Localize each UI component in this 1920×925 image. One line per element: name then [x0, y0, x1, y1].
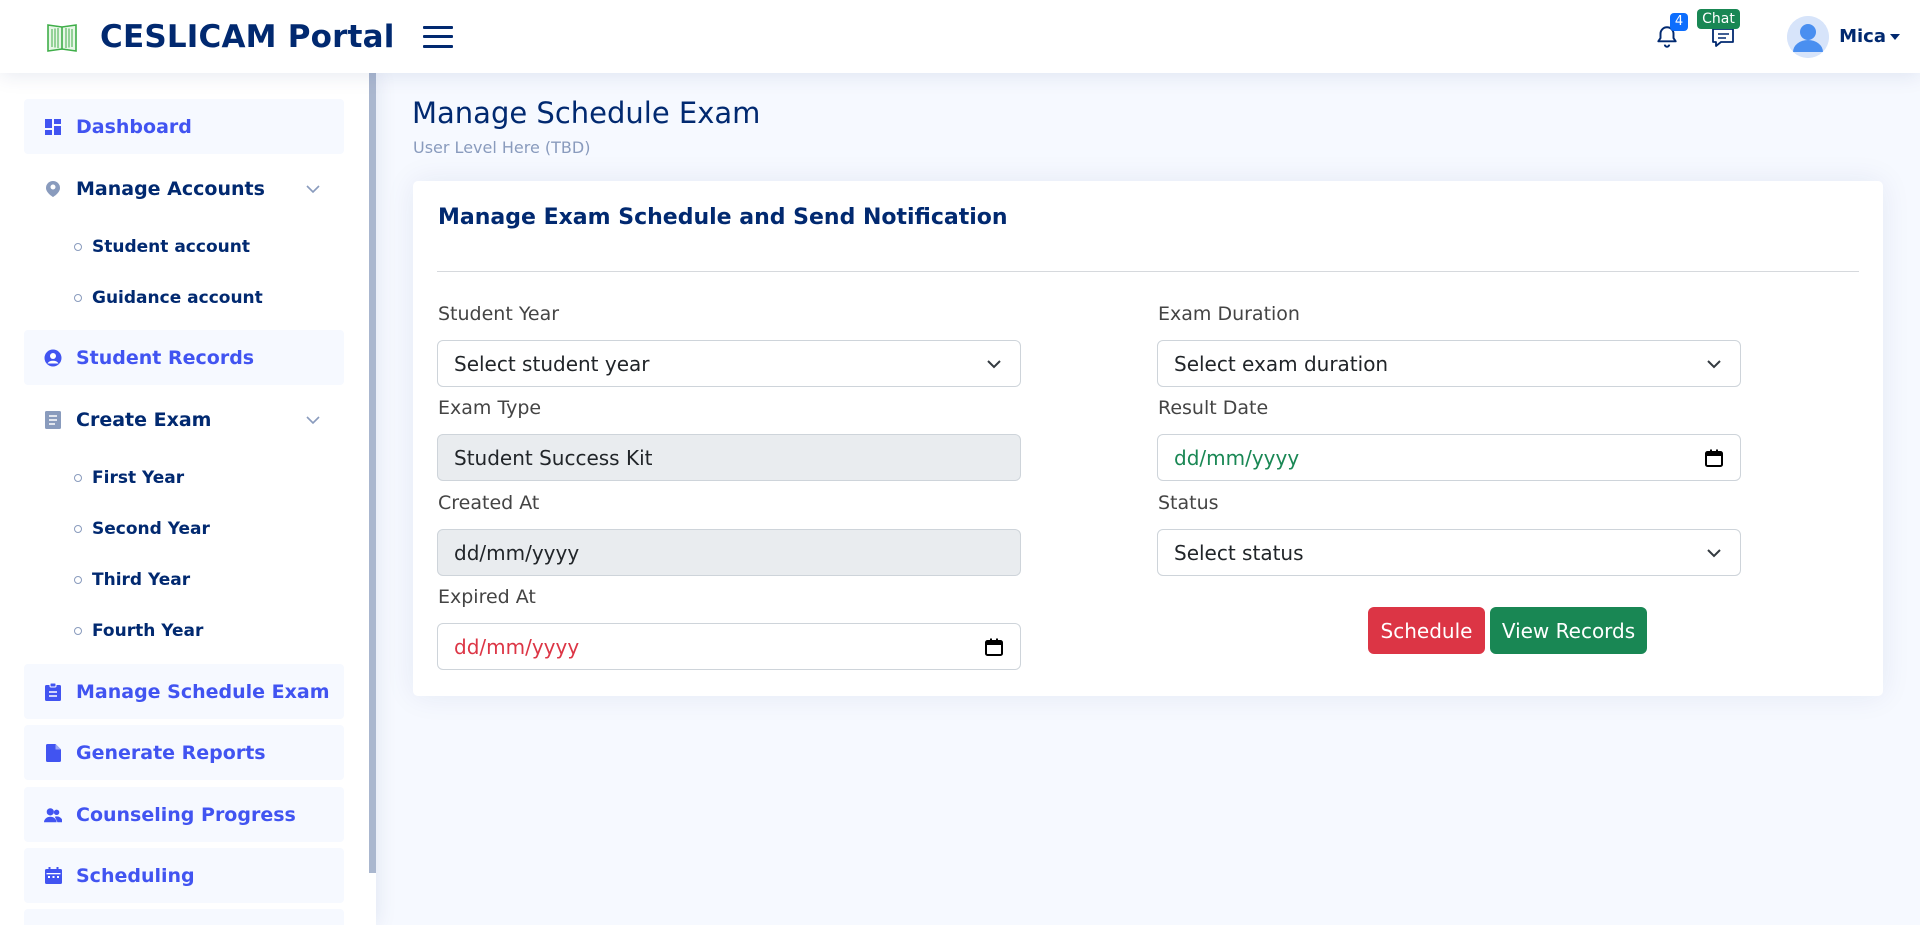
calendar-icon[interactable]: [984, 637, 1004, 657]
sidebar-item-label: Counseling Progress: [76, 803, 296, 826]
sidebar-item-counseling-progress[interactable]: Counseling Progress: [24, 787, 344, 842]
caret-down-icon: [1890, 33, 1900, 40]
circle-icon: [74, 243, 82, 251]
sidebar-subitem-guidance-account[interactable]: Guidance account: [74, 284, 263, 312]
sidebar-subitem-label: Student account: [92, 237, 250, 257]
exam-type-label: Exam Type: [438, 397, 542, 419]
expired-at-date-input[interactable]: dd/mm/yyyy: [437, 623, 1021, 670]
document-icon: [44, 410, 62, 429]
circle-icon: [74, 294, 82, 302]
menu-line: [422, 44, 453, 48]
input-value: dd/mm/yyyy: [454, 540, 580, 565]
exam-duration-select[interactable]: Select exam duration: [1157, 340, 1741, 387]
sidebar-item-label: Generate Reports: [76, 741, 266, 764]
exam-type-input[interactable]: Student Success Kit: [437, 434, 1021, 481]
calendar-icon: [44, 867, 62, 885]
chat-badge: Chat: [1697, 8, 1740, 29]
notification-count-badge: 4: [1669, 12, 1689, 31]
created-at-input[interactable]: dd/mm/yyyy: [437, 529, 1021, 576]
sidebar-subitem-first-year[interactable]: First Year: [74, 464, 184, 492]
sidebar-item-student-records[interactable]: Student Records: [24, 330, 344, 385]
created-at-label: Created At: [438, 492, 540, 514]
brand-title: CESLICAM Portal: [100, 18, 395, 55]
sidebar-item-label: Scheduling: [76, 864, 195, 887]
sidebar-subitem-label: First Year: [92, 468, 185, 488]
input-value: dd/mm/yyyy: [454, 634, 580, 659]
sidebar-item-label: Manage Accounts: [76, 177, 265, 200]
sidebar-subitem-fourth-year[interactable]: Fourth Year: [74, 617, 203, 645]
select-value: Select status: [1174, 540, 1304, 565]
sidebar-subitem-second-year[interactable]: Second Year: [74, 515, 210, 543]
chevron-down-icon: [987, 360, 1001, 369]
sidebar-item-generate-reports[interactable]: Generate Reports: [24, 725, 344, 780]
chevron-down-icon: [306, 415, 320, 424]
input-value: dd/mm/yyyy: [1174, 445, 1300, 470]
user-name: Mica: [1839, 26, 1886, 47]
schedule-button[interactable]: Schedule: [1368, 607, 1485, 654]
sidebar-subitem-label: Second Year: [92, 519, 210, 539]
person-pin-icon: [44, 180, 62, 198]
sidebar-item-create-exam[interactable]: Create Exam: [24, 392, 344, 447]
schedule-exam-card: Manage Exam Schedule and Send Notificati…: [413, 181, 1883, 696]
menu-line: [422, 35, 453, 38]
sidebar-item-manage-schedule-exam[interactable]: Manage Schedule Exam: [24, 664, 344, 719]
sidebar-subitem-student-account[interactable]: Student account: [74, 233, 250, 261]
chat-button[interactable]: Chat: [1697, 8, 1743, 55]
chevron-down-icon: [1707, 360, 1721, 369]
sidebar-subitem-third-year[interactable]: Third Year: [74, 566, 190, 594]
exam-duration-label: Exam Duration: [1158, 303, 1300, 325]
page-title: Manage Schedule Exam: [412, 96, 761, 130]
sidebar-item-label: Dashboard: [76, 115, 192, 138]
logo[interactable]: CESLICAM Portal: [44, 19, 395, 55]
sidebar-item-scheduling[interactable]: Scheduling: [24, 848, 344, 903]
clipboard-icon: [44, 682, 62, 701]
person-circle-icon: [44, 349, 62, 367]
circle-icon: [74, 474, 82, 482]
view-records-button[interactable]: View Records: [1490, 607, 1647, 654]
calendar-icon[interactable]: [1704, 448, 1724, 468]
sidebar-scrollbar[interactable]: [369, 73, 376, 873]
circle-icon: [74, 627, 82, 635]
student-year-label: Student Year: [438, 303, 560, 325]
chevron-down-icon: [1707, 549, 1721, 558]
page-subtitle: User Level Here (TBD): [413, 138, 591, 157]
status-label: Status: [1158, 492, 1219, 514]
sidebar: Dashboard Manage Accounts Student accoun…: [0, 73, 376, 925]
file-icon: [44, 743, 62, 762]
book-logo-icon: [47, 23, 77, 52]
top-header: CESLICAM Portal 4 Chat Mica: [0, 0, 1920, 73]
profile-dropdown[interactable]: Mica: [1787, 15, 1900, 58]
sidebar-item-label: Student Records: [76, 346, 255, 369]
select-value: Select exam duration: [1174, 351, 1389, 376]
circle-icon: [74, 525, 82, 533]
notifications-button[interactable]: 4: [1649, 12, 1689, 55]
sidebar-subitem-label: Guidance account: [92, 288, 263, 308]
result-date-input[interactable]: dd/mm/yyyy: [1157, 434, 1741, 481]
avatar: [1787, 15, 1830, 58]
people-icon: [44, 806, 62, 824]
sidebar-item-next[interactable]: [24, 909, 344, 925]
user-avatar-icon: [1787, 15, 1830, 58]
chevron-down-icon: [306, 184, 320, 193]
sidebar-item-manage-accounts[interactable]: Manage Accounts: [24, 161, 344, 216]
divider: [437, 271, 1859, 272]
sidebar-item-dashboard[interactable]: Dashboard: [24, 99, 344, 154]
expired-at-label: Expired At: [438, 586, 536, 608]
circle-icon: [74, 576, 82, 584]
sidebar-subitem-label: Third Year: [92, 570, 191, 590]
sidebar-toggle-button[interactable]: [422, 24, 453, 50]
sidebar-item-label: Create Exam: [76, 408, 212, 431]
grid-icon: [44, 118, 62, 136]
sidebar-subitem-label: Fourth Year: [92, 621, 204, 641]
sidebar-item-label: Manage Schedule Exam: [76, 680, 330, 703]
student-year-select[interactable]: Select student year: [437, 340, 1021, 387]
menu-line: [422, 25, 453, 29]
result-date-label: Result Date: [1158, 397, 1269, 419]
card-title: Manage Exam Schedule and Send Notificati…: [438, 205, 1008, 230]
input-value: Student Success Kit: [454, 445, 653, 470]
header-actions: 4 Chat Mica: [1649, 8, 1920, 58]
select-value: Select student year: [454, 351, 650, 376]
status-select[interactable]: Select status: [1157, 529, 1741, 576]
